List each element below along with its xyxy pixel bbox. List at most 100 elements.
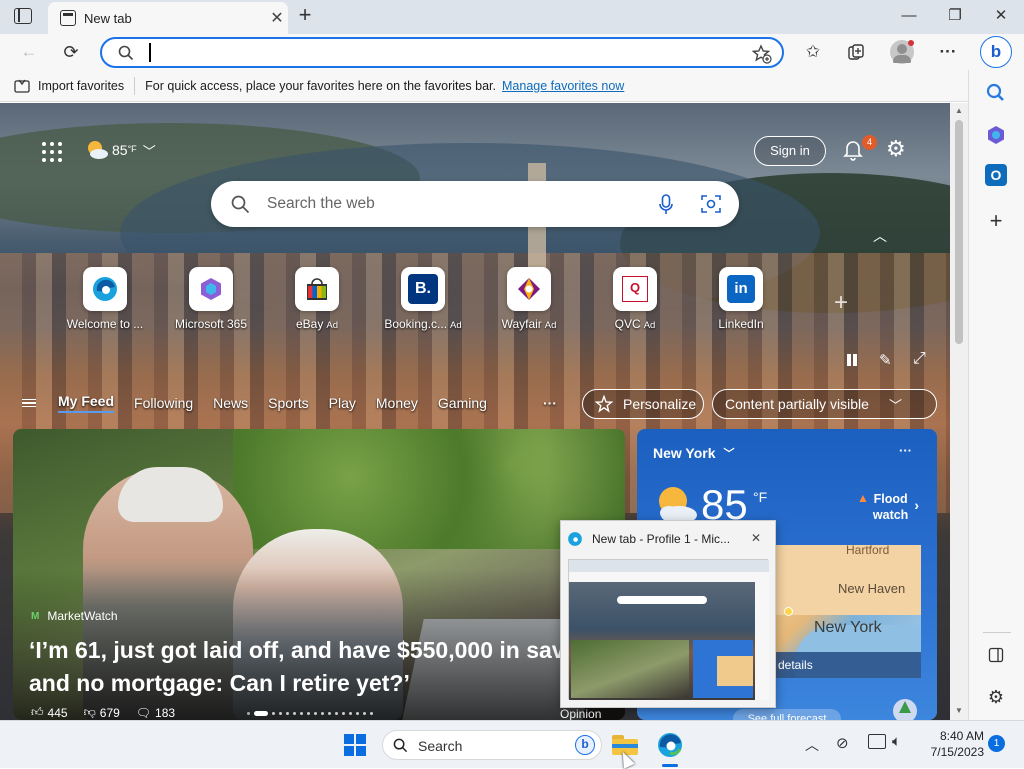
- personalize-button[interactable]: Personalize: [582, 389, 704, 419]
- partly-cloudy-icon: [88, 141, 108, 159]
- thumbs-up-icon[interactable]: 👍︎: [31, 705, 44, 720]
- volume-icon[interactable]: 🔈︎: [892, 733, 901, 750]
- import-favorites-button[interactable]: Import favorites: [38, 79, 124, 93]
- reactions-row: 👍︎ 445 👎︎ 679 🗨︎ 183: [31, 705, 175, 720]
- content-visibility-dropdown[interactable]: Content partially visible ﹀: [712, 389, 937, 419]
- tab-play[interactable]: Play: [329, 395, 356, 411]
- article-headline[interactable]: ‘I’m 61, just got laid off, and have $55…: [29, 634, 625, 700]
- expand-icon[interactable]: ⤢: [913, 350, 926, 368]
- notifications-button[interactable]: 4: [842, 135, 877, 163]
- outlook-icon[interactable]: O: [985, 164, 1007, 186]
- content-visibility-label: Content partially visible: [725, 396, 869, 412]
- edge-taskbar-icon[interactable]: [656, 731, 684, 759]
- microphone-icon[interactable]: [659, 194, 673, 216]
- clock[interactable]: 8:40 AM 7/15/2023: [918, 728, 984, 760]
- taskbar-thumbnail-preview[interactable]: New tab - Profile 1 - Mic... ✕: [560, 520, 776, 708]
- dislike-count: 679: [99, 705, 120, 720]
- address-input[interactable]: [148, 43, 708, 63]
- quick-link-linkedin[interactable]: in LinkedIn: [688, 267, 794, 331]
- close-tab-icon[interactable]: ✕: [266, 8, 288, 28]
- sign-in-button[interactable]: Sign in: [754, 136, 826, 166]
- restore-button[interactable]: ❐: [932, 0, 978, 32]
- scrollbar-thumb[interactable]: [955, 120, 963, 344]
- quick-link-qvc[interactable]: Q QVC Ad: [582, 267, 688, 331]
- edge-icon: [93, 277, 117, 301]
- article-source: MarketWatch: [47, 609, 118, 623]
- web-search-box[interactable]: Search the web: [211, 181, 739, 227]
- page-scrollbar[interactable]: ▲ ▼: [950, 103, 968, 720]
- city-selector[interactable]: New York ﹀: [653, 445, 735, 461]
- bing-copilot-icon[interactable]: b: [980, 36, 1012, 68]
- hero-image-man-hair: [118, 467, 223, 522]
- apps-grid-icon[interactable]: [42, 142, 62, 162]
- add-favorite-icon[interactable]: [752, 44, 772, 64]
- map-label-new-york: New York: [814, 619, 882, 636]
- quick-link-wayfair[interactable]: Wayfair Ad: [476, 267, 582, 331]
- new-tab-page: 85 °F ﹀ Sign in 4 ⚙ Search the web ︿ Wel…: [0, 103, 950, 720]
- search-icon[interactable]: [983, 80, 1009, 106]
- weather-temp: 85: [112, 142, 128, 158]
- pause-icon[interactable]: [846, 354, 858, 367]
- new-tab-icon: [60, 10, 76, 26]
- new-tab-button[interactable]: +: [292, 4, 318, 28]
- chevron-right-icon: ›: [914, 497, 919, 513]
- thumbs-down-icon[interactable]: 👎︎: [84, 705, 96, 720]
- bing-icon: b: [575, 735, 595, 755]
- thumbnail-close-icon[interactable]: ✕: [751, 531, 761, 545]
- refresh-icon[interactable]: ⟳: [58, 40, 84, 64]
- tab-gaming[interactable]: Gaming: [438, 395, 487, 411]
- search-placeholder[interactable]: Search the web: [267, 195, 375, 213]
- tab-new-tab[interactable]: New tab ✕: [48, 2, 288, 34]
- tab-actions-icon[interactable]: [14, 8, 32, 24]
- minimize-button[interactable]: —: [886, 0, 932, 32]
- start-button[interactable]: [344, 734, 366, 756]
- address-bar[interactable]: [100, 37, 784, 68]
- collapse-chevron-icon[interactable]: ︿: [873, 226, 887, 246]
- display-icon[interactable]: [868, 734, 886, 749]
- profile-avatar[interactable]: [890, 40, 914, 64]
- visual-search-icon[interactable]: [701, 194, 721, 214]
- show-hidden-icons[interactable]: ︿: [805, 735, 819, 755]
- quick-link-microsoft365[interactable]: Microsoft 365: [158, 267, 264, 331]
- quick-link-ebay[interactable]: eBay Ad: [264, 267, 370, 331]
- page-settings-icon[interactable]: ⚙: [886, 136, 906, 162]
- add-shortcut-icon[interactable]: +: [834, 289, 848, 317]
- quick-link-label: LinkedIn: [718, 317, 764, 331]
- quick-link-welcome[interactable]: Welcome to ...: [52, 267, 158, 331]
- back-icon[interactable]: ←: [16, 40, 42, 64]
- wayfair-icon: [518, 278, 540, 300]
- manage-favorites-link[interactable]: Manage favorites now: [502, 79, 624, 93]
- more-tabs-icon[interactable]: ···: [543, 395, 557, 411]
- quick-link-booking[interactable]: B. Booking.c... Ad: [370, 267, 476, 331]
- notification-badge[interactable]: 1: [988, 735, 1005, 752]
- forecast-button[interactable]: See full forecast: [733, 709, 841, 720]
- tab-sports[interactable]: Sports: [268, 395, 308, 411]
- sidebar-toggle-icon[interactable]: [983, 642, 1009, 668]
- menu-icon[interactable]: [22, 397, 36, 410]
- close-window-button[interactable]: ✕: [978, 0, 1024, 32]
- copilot-icon[interactable]: [983, 122, 1009, 148]
- more-options-icon[interactable]: ···: [935, 40, 961, 64]
- network-icon[interactable]: ⊘: [836, 734, 849, 752]
- tab-my-feed[interactable]: My Feed: [58, 393, 115, 413]
- sidebar-settings-icon[interactable]: ⚙: [983, 684, 1009, 710]
- details-link[interactable]: details: [778, 658, 813, 672]
- scroll-down-arrow-icon[interactable]: ▼: [955, 706, 963, 715]
- weather-alert[interactable]: ▲ Flood watch ›: [857, 491, 919, 523]
- tab-news[interactable]: News: [213, 395, 248, 411]
- comment-icon[interactable]: 🗨︎: [136, 706, 151, 720]
- tab-money[interactable]: Money: [376, 395, 418, 411]
- quick-link-label: Welcome to ...: [66, 317, 144, 331]
- scroll-up-arrow-icon[interactable]: ▲: [955, 106, 963, 115]
- weather-summary[interactable]: 85 °F ﹀: [84, 137, 156, 163]
- more-options-icon[interactable]: ···: [899, 443, 912, 458]
- add-app-icon[interactable]: +: [983, 208, 1009, 234]
- favorites-icon[interactable]: ✩: [800, 40, 826, 64]
- hero-article-card[interactable]: M MarketWatch ‘I’m 61, just got laid off…: [13, 429, 625, 720]
- taskbar-search[interactable]: Search b: [382, 730, 602, 760]
- edit-background-icon[interactable]: ✎: [879, 351, 892, 369]
- collections-icon[interactable]: [843, 40, 869, 64]
- tab-following[interactable]: Following: [134, 395, 193, 411]
- headline-line-1: ‘I’m 61, just got laid off, and have $55…: [29, 637, 565, 663]
- carousel-indicator[interactable]: [247, 711, 373, 716]
